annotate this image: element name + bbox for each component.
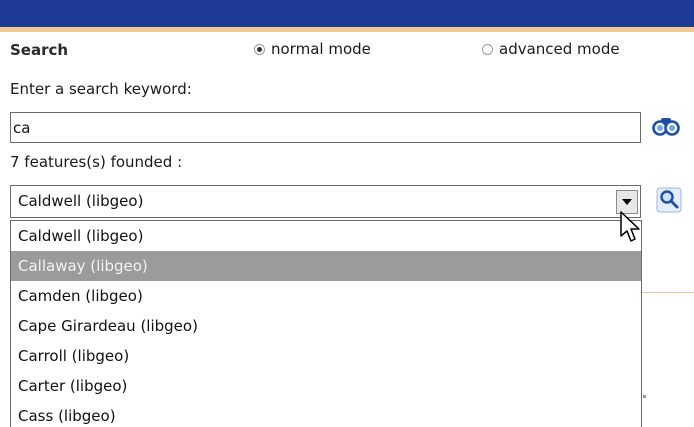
dropdown-option[interactable]: Cape Girardeau (libgeo) [11,311,641,341]
triangle-down-icon [622,199,632,205]
dropdown-option[interactable]: Carter (libgeo) [11,371,641,401]
dropdown-option[interactable]: Caldwell (libgeo) [11,221,641,251]
magnifier-icon [656,187,682,213]
binoculars-icon [652,118,680,136]
dropdown-option[interactable]: Camden (libgeo) [11,281,641,311]
normal-mode-radio[interactable] [254,43,265,55]
advanced-mode-label: advanced mode [499,40,620,58]
panel-divider [642,292,694,293]
mouse-pointer-icon [620,211,640,242]
advanced-mode-radio[interactable] [482,43,493,55]
results-count-label: 7 features(s) founded : [10,153,183,171]
header-bar [0,0,694,27]
normal-mode-label: normal mode [271,40,371,58]
normal-mode-radio-option[interactable]: normal mode [254,40,371,58]
results-select-value: Caldwell (libgeo) [18,192,144,210]
results-select[interactable]: Caldwell (libgeo) [10,185,641,218]
results-dropdown-list[interactable]: Caldwell (libgeo) Callaway (libgeo) Camden… [10,220,642,427]
zoom-to-feature-button[interactable] [654,186,684,214]
header-accent-stripe [0,27,694,32]
dropdown-option[interactable]: Cass (libgeo) [11,401,641,427]
search-input[interactable] [10,112,641,143]
dropdown-option[interactable]: Callaway (libgeo) [11,251,641,281]
panel-title: Search [10,41,69,59]
search-button[interactable] [651,112,681,140]
scroll-dot [643,395,646,398]
advanced-mode-radio-option[interactable]: advanced mode [482,40,620,58]
search-prompt-label: Enter a search keyword: [10,80,192,98]
dropdown-option[interactable]: Carroll (libgeo) [11,341,641,371]
